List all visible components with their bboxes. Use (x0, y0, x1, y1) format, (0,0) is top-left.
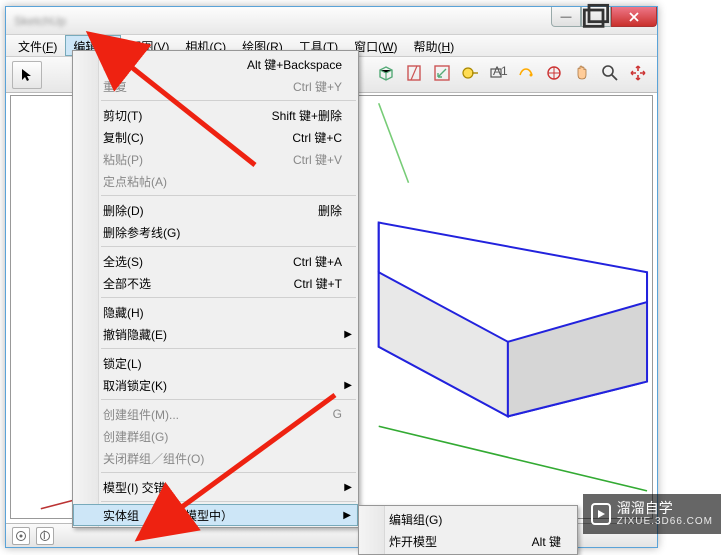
close-button[interactable] (611, 7, 657, 27)
menu-paste-in-place[interactable]: 定点粘帖(A) (73, 170, 358, 192)
separator (101, 348, 356, 349)
submenu-arrow-icon: ▶ (344, 329, 352, 340)
submenu-arrow-icon: ▶ (344, 380, 352, 391)
menu-redo[interactable]: 重复Ctrl 键+Y (73, 75, 358, 97)
arrow-box-icon[interactable] (429, 60, 455, 86)
status-icon-2[interactable]: i (36, 527, 54, 545)
tape-icon[interactable] (457, 60, 483, 86)
toolbar-right: A1 (373, 60, 651, 86)
separator (101, 195, 356, 196)
menu-close-group[interactable]: 关闭群组／组件(O) (73, 447, 358, 469)
cube-icon[interactable] (373, 60, 399, 86)
menu-solid-group[interactable]: 实体组 （1，在模型中）▶ (73, 504, 358, 526)
watermark-brand: 溜溜自学 (617, 501, 713, 516)
watermark-domain: ZIXUE.3D66.COM (617, 516, 713, 527)
menu-delete[interactable]: 删除(D)删除 (73, 199, 358, 221)
dimension-icon[interactable]: A1 (485, 60, 511, 86)
zoom-icon[interactable] (597, 60, 623, 86)
maximize-button[interactable] (581, 7, 611, 27)
menu-cut[interactable]: 剪切(T)Shift 键+删除 (73, 104, 358, 126)
play-icon (591, 503, 611, 525)
separator (101, 472, 356, 473)
menu-paste[interactable]: 粘贴(P)Ctrl 键+V (73, 148, 358, 170)
menu-intersect[interactable]: 模型(I) 交错▶ (73, 476, 358, 498)
menu-file[interactable]: 文件(F) (10, 35, 65, 56)
svg-text:A1: A1 (493, 64, 508, 78)
separator (101, 501, 356, 502)
page-icon[interactable] (401, 60, 427, 86)
menu-copy[interactable]: 复制(C)Ctrl 键+C (73, 126, 358, 148)
separator (101, 399, 356, 400)
menu-unhide[interactable]: 撤销隐藏(E)▶ (73, 323, 358, 345)
separator (101, 297, 356, 298)
separator (101, 246, 356, 247)
submenu-arrow-icon: ▶ (344, 482, 352, 493)
menu-select-all[interactable]: 全选(S)Ctrl 键+A (73, 250, 358, 272)
submenu-explode[interactable]: 炸开模型Alt 键 (359, 530, 577, 552)
minimize-button[interactable]: — (551, 7, 581, 27)
titlebar: SketchUp — (6, 7, 657, 35)
menu-unlock[interactable]: 取消锁定(K)▶ (73, 374, 358, 396)
menu-help[interactable]: 帮助(H) (406, 35, 463, 56)
menu-undo[interactable]: 撤销Alt 键+Backspace (73, 53, 358, 75)
menu-make-component[interactable]: 创建组件(M)...G (73, 403, 358, 425)
window-title: SketchUp (14, 14, 66, 28)
submenu-edit-group[interactable]: 编辑组(G) (359, 508, 577, 530)
menu-hide[interactable]: 隐藏(H) (73, 301, 358, 323)
edit-menu-dropdown: 撤销Alt 键+Backspace 重复Ctrl 键+Y 剪切(T)Shift … (72, 50, 359, 528)
hand-icon[interactable] (569, 60, 595, 86)
menu-delete-guides[interactable]: 删除参考线(G) (73, 221, 358, 243)
separator (101, 100, 356, 101)
text-icon[interactable] (513, 60, 539, 86)
status-icon-1[interactable] (12, 527, 30, 545)
watermark: 溜溜自学 ZIXUE.3D66.COM (583, 494, 721, 534)
submenu-arrow-icon: ▶ (343, 510, 351, 521)
menu-make-group[interactable]: 创建群组(G) (73, 425, 358, 447)
svg-text:i: i (43, 530, 46, 542)
menu-deselect-all[interactable]: 全部不选Ctrl 键+T (73, 272, 358, 294)
select-tool[interactable] (12, 61, 42, 89)
menu-lock[interactable]: 锁定(L) (73, 352, 358, 374)
window-controls: — (551, 7, 657, 27)
paint-icon[interactable] (541, 60, 567, 86)
zoom-extents-icon[interactable] (625, 60, 651, 86)
